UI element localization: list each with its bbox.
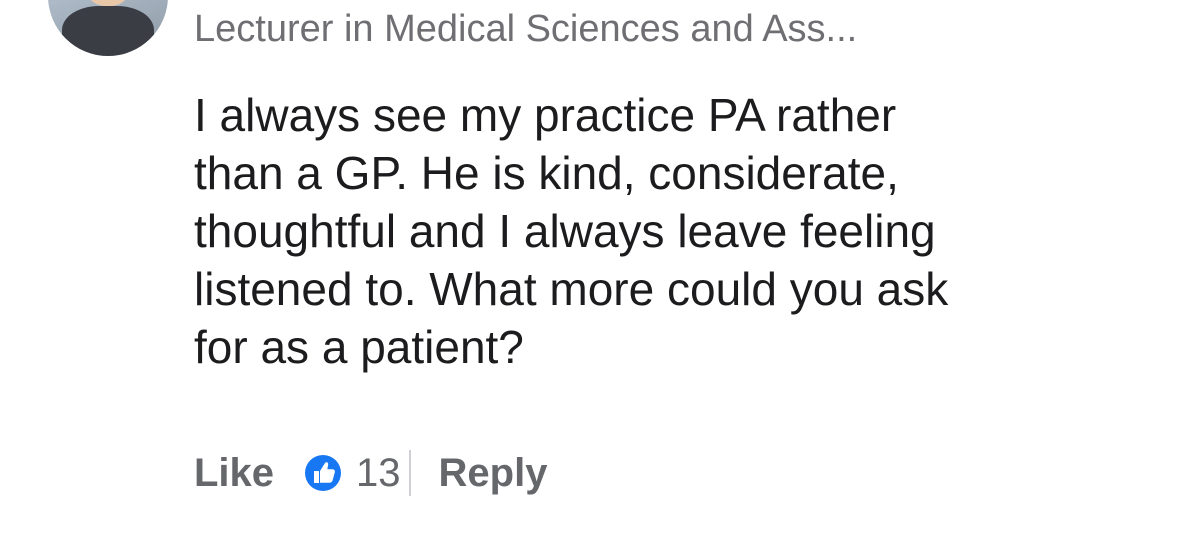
- thumbs-up-icon: [305, 455, 342, 491]
- action-divider: [408, 450, 411, 496]
- comment-line: I always see my practice PA rather: [194, 89, 897, 141]
- author-headline: Lecturer in Medical Sciences and Ass...: [194, 8, 858, 50]
- reply-button[interactable]: Reply: [439, 451, 548, 496]
- reaction-summary[interactable]: 13: [304, 451, 401, 496]
- reaction-count: 13: [356, 450, 401, 495]
- avatar-shirt: [62, 6, 154, 56]
- comment-line: listened to. What more could you ask: [194, 263, 949, 315]
- comment-line: than a GP. He is kind, considerate,: [194, 147, 899, 199]
- avatar[interactable]: [48, 0, 168, 56]
- comment-text: I always see my practice PA rather than …: [194, 86, 1154, 376]
- comment-actions: Like 13 Reply: [194, 444, 547, 502]
- comment-line: for as a patient?: [194, 321, 524, 373]
- comment-line: thoughtful and I always leave feeling: [194, 205, 936, 257]
- like-button[interactable]: Like: [194, 451, 274, 496]
